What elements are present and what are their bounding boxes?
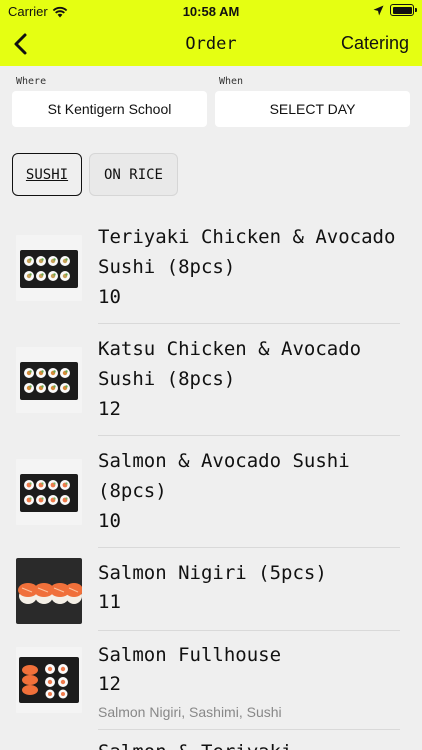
divider: [98, 547, 400, 548]
salmon-fullhouse-photo: [16, 647, 82, 713]
location-arrow-icon: [373, 5, 384, 15]
divider: [98, 323, 400, 324]
item-name: Salmon & Teriyaki: [98, 737, 408, 750]
item-description: Salmon Nigiri, Sashimi, Sushi: [98, 704, 282, 720]
menu-item[interactable]: Salmon & Teriyaki: [0, 737, 422, 750]
menu-item[interactable]: Salmon & Avocado Sushi (8pcs) 10: [0, 446, 422, 548]
menu-item[interactable]: Salmon Nigiri (5pcs) 11: [0, 558, 422, 631]
item-price: 12: [98, 673, 121, 695]
divider: [98, 729, 400, 730]
status-bar: Carrier 10:58 AM: [0, 0, 422, 24]
item-name: Teriyaki Chicken & Avocado Sushi (8pcs): [98, 226, 396, 278]
menu-item[interactable]: Teriyaki Chicken & Avocado Sushi (8pcs) …: [0, 222, 422, 324]
salmon-nigiri-photo: [16, 558, 82, 624]
menu-item[interactable]: Salmon Fullhouse 12 Salmon Nigiri, Sashi…: [0, 640, 422, 730]
when-select[interactable]: SELECT DAY: [215, 91, 410, 127]
item-name: Salmon Nigiri (5pcs): [98, 562, 327, 584]
item-name: Salmon & Avocado Sushi (8pcs): [98, 450, 350, 502]
sushi-roll-photo: [16, 459, 82, 525]
catering-link[interactable]: Catering: [341, 33, 409, 54]
where-label: Where: [16, 76, 47, 87]
item-name: Salmon Fullhouse: [98, 644, 282, 666]
sushi-roll-photo: [16, 347, 82, 413]
divider: [98, 435, 400, 436]
clock: 10:58 AM: [182, 4, 240, 19]
item-price: 11: [98, 591, 121, 613]
item-price: 12: [98, 398, 121, 420]
battery-icon: [390, 4, 417, 16]
item-price: 10: [98, 510, 121, 532]
status-icons: [373, 4, 417, 16]
when-label: When: [219, 76, 244, 87]
nav-bar: Order Catering: [0, 24, 422, 66]
item-name: Katsu Chicken & Avocado Sushi (8pcs): [98, 338, 362, 390]
divider: [98, 630, 400, 631]
sushi-roll-photo: [16, 235, 82, 301]
category-tab-sushi[interactable]: SUSHI: [12, 153, 82, 196]
menu-item[interactable]: Katsu Chicken & Avocado Sushi (8pcs) 12: [0, 334, 422, 436]
item-price: 10: [98, 286, 121, 308]
category-tab-on-rice[interactable]: ON RICE: [89, 153, 178, 196]
where-select[interactable]: St Kentigern School: [12, 91, 207, 127]
